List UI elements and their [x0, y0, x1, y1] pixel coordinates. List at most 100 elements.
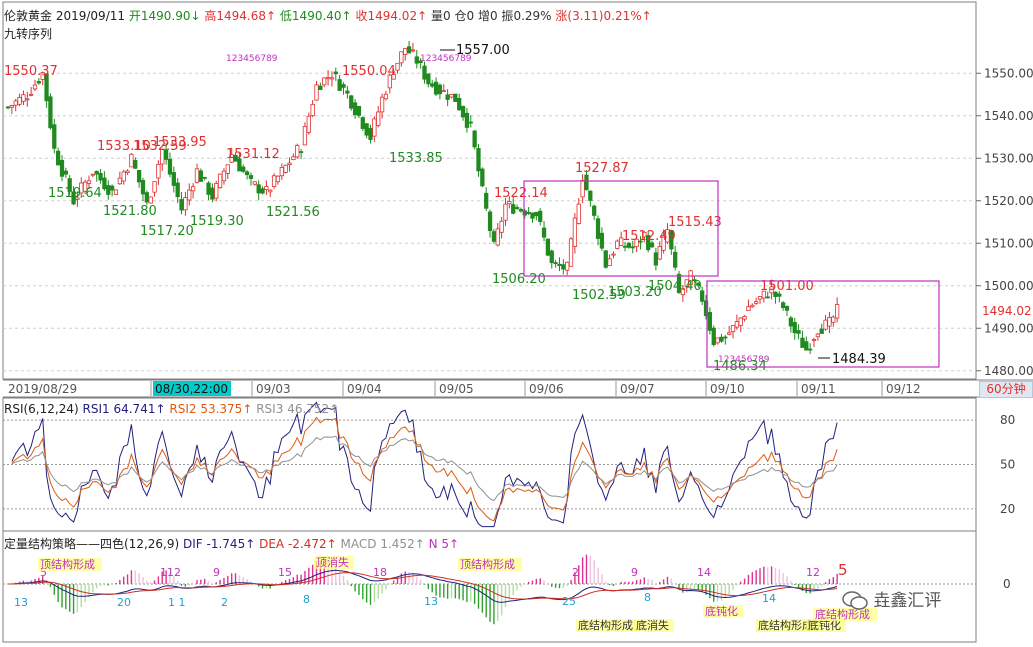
- candle-up: [441, 90, 446, 92]
- price-annotation: 1533.95: [153, 135, 207, 150]
- low-label: 低: [279, 9, 292, 23]
- close-value: 1494.02: [367, 9, 418, 23]
- watermark-text: 垚鑫汇评: [873, 591, 942, 611]
- candle-down: [248, 175, 254, 179]
- macd-count-top: 112: [160, 566, 181, 579]
- date-label: 09/07: [620, 382, 655, 396]
- candle-up: [121, 171, 126, 182]
- macd-title: 定量结构策略——四色(12,26,9): [4, 537, 180, 551]
- candle-down: [241, 166, 246, 172]
- candle-down: [445, 94, 450, 100]
- candle-up: [90, 173, 95, 176]
- price-tick-label: 1550.00: [984, 66, 1033, 80]
- macd-count-top: 12: [806, 566, 820, 579]
- date-label: 09/11: [801, 382, 836, 396]
- rsi1-arrow: ↑: [155, 402, 166, 416]
- macd-count-bottom: 20: [117, 596, 131, 609]
- candle-up: [657, 246, 662, 260]
- price-annotation: 1531.12: [226, 147, 280, 162]
- rsi-title: RSI(6,12,24): [4, 402, 79, 416]
- candle-down: [364, 123, 369, 136]
- macd-count-bottom: 1 1: [168, 596, 186, 609]
- amp-label: 振: [501, 9, 514, 23]
- rsi-legend: RSI(6,12,24) RSI1 64.741↑ RSI2 53.375↑ R…: [4, 402, 339, 416]
- candle-down: [808, 348, 813, 351]
- price-annotation: 1517.20: [140, 224, 194, 239]
- candle-down: [202, 176, 207, 179]
- candle-up: [395, 62, 400, 71]
- candle-down: [256, 184, 261, 194]
- candle-up: [306, 115, 311, 133]
- date-label: 09/12: [886, 382, 921, 396]
- candle-down: [426, 73, 431, 85]
- candle-down: [318, 85, 323, 91]
- price-tick-label: 1490.00: [984, 321, 1033, 335]
- candle-down: [592, 205, 597, 216]
- candle-down: [541, 227, 547, 238]
- candle-down: [781, 302, 786, 308]
- macd-count-bottom: 14: [762, 592, 776, 605]
- candle-up: [32, 84, 38, 90]
- candle-down: [356, 106, 362, 116]
- price-tick-label: 1510.00: [984, 236, 1033, 250]
- td-sequence-mark: 123456789: [718, 355, 770, 365]
- price-tick-label: 1530.00: [984, 151, 1033, 165]
- amp-value: 0.29%: [513, 9, 552, 23]
- date-label: 09/06: [529, 382, 564, 396]
- open-value: 1490.90: [140, 9, 191, 23]
- candle-down: [707, 312, 713, 331]
- candle-up: [565, 261, 570, 271]
- oi-label: 仓: [454, 9, 467, 23]
- price-annotation: 1506.20: [492, 272, 546, 287]
- indicator-title: 九转序列: [4, 27, 53, 41]
- period-badge[interactable]: 60分钟: [979, 381, 1033, 398]
- candle-down: [345, 90, 350, 94]
- candle-down: [765, 296, 770, 299]
- candle-up: [25, 98, 30, 101]
- price-tick-label: 1520.00: [984, 194, 1033, 208]
- candle-down: [414, 56, 419, 64]
- candle-up: [746, 306, 751, 312]
- candle-down: [94, 170, 99, 175]
- candle-down: [206, 182, 211, 195]
- incr-label: 增: [477, 9, 490, 23]
- candle-down: [468, 121, 473, 124]
- rsi-line-3: [11, 435, 838, 502]
- date-label: 09/03: [256, 382, 291, 396]
- price-annotation: 1550.04: [342, 64, 396, 79]
- quote-header: 伦敦黄金 2019/09/11 开1490.90↓ 高1494.68↑ 低149…: [4, 7, 652, 24]
- candle-down: [360, 117, 365, 129]
- chart-window: 1480.00 1490.00 1500.00 1510.00 1520.00 1530.…: [0, 0, 1033, 644]
- candle-up: [17, 97, 22, 105]
- macd-signal-label: 顶结构形成: [460, 557, 515, 571]
- rsi2-value: 53.375: [200, 402, 243, 416]
- macd-last-n: 5: [838, 561, 848, 579]
- candle-down: [457, 98, 462, 111]
- candle-down: [106, 185, 111, 195]
- rsi1-name: RSI1: [82, 402, 110, 416]
- candle-down: [557, 263, 562, 266]
- candle-down: [171, 172, 176, 186]
- candle-down: [476, 148, 481, 172]
- candle-down: [55, 150, 61, 166]
- dif-name: DIF: [183, 537, 203, 551]
- candle-up: [754, 301, 759, 304]
- price-annotation: 1533.85: [389, 151, 443, 166]
- candle-down: [198, 170, 203, 182]
- dea-value: -2.472: [287, 537, 327, 551]
- candle-down: [595, 218, 601, 239]
- macd-count-top: 14: [697, 566, 711, 579]
- candle-up: [194, 168, 200, 183]
- candle-up: [572, 217, 578, 247]
- price-annotation: 1521.56: [266, 205, 320, 220]
- last-price-label: 1494.02: [982, 304, 1032, 318]
- price-tick-label: 1540.00: [984, 109, 1033, 123]
- date-label: 09/05: [439, 382, 474, 396]
- dif-value: -1.745: [206, 537, 246, 551]
- candle-up: [831, 316, 836, 323]
- candle-down: [804, 341, 809, 351]
- candle-up: [252, 181, 257, 185]
- candle-up: [310, 103, 315, 117]
- candle-down: [788, 317, 794, 327]
- candle-up: [372, 118, 377, 137]
